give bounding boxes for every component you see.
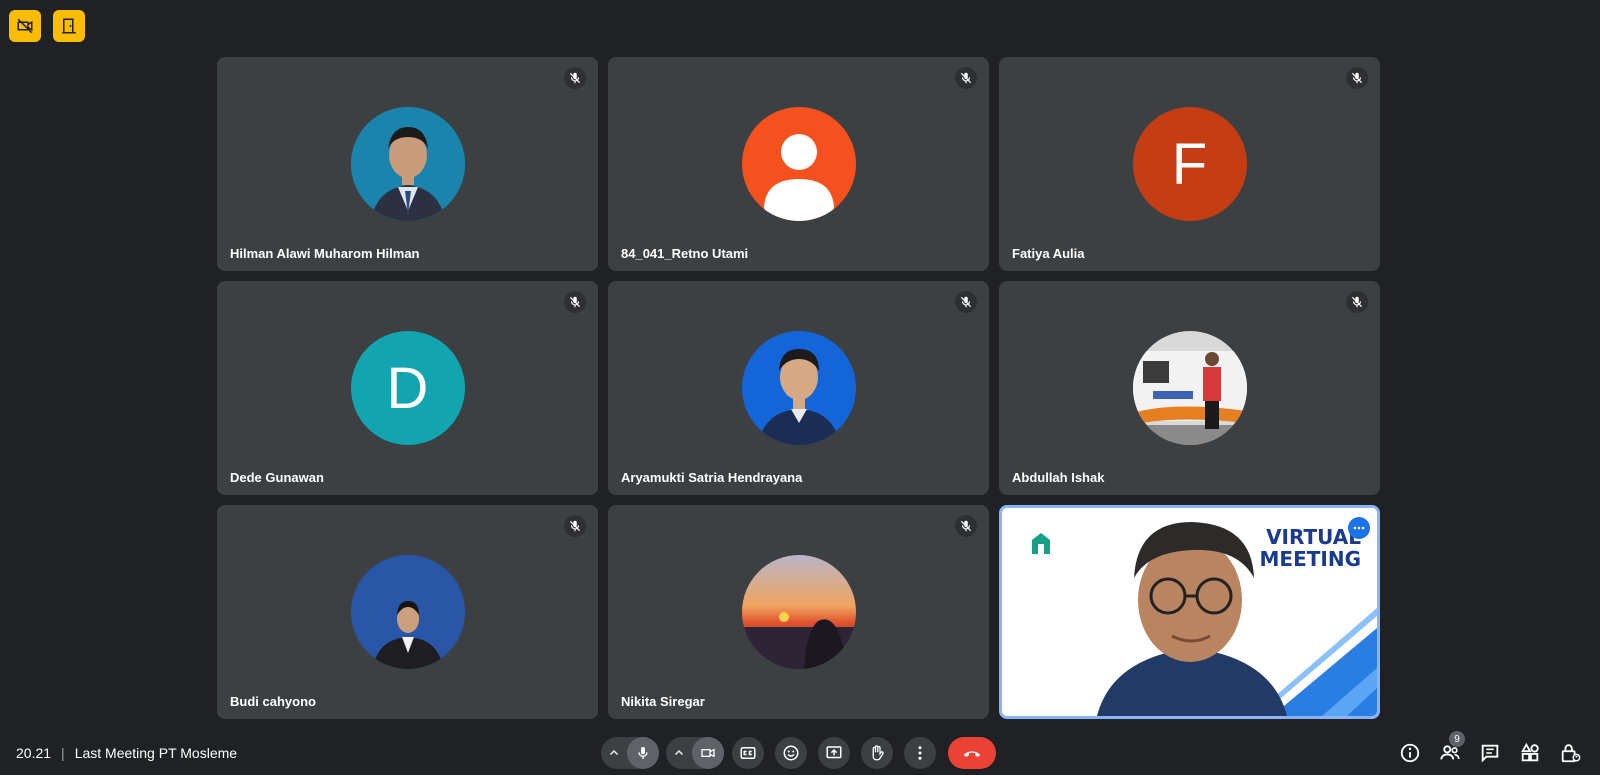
meeting-time: 20.21 <box>16 745 52 761</box>
participant-name: Abdullah Ishak <box>1012 470 1105 485</box>
participant-name: Nikita Siregar <box>621 694 705 709</box>
meeting-info: 20.21 | Last Meeting PT Mosleme <box>16 745 237 761</box>
avatar <box>741 555 856 669</box>
host-controls-badge[interactable] <box>53 10 85 42</box>
raise-hand-button[interactable] <box>861 737 893 769</box>
virtual-meeting-banner: VIRTUAL MEETING <box>1260 526 1361 570</box>
video-off-icon <box>17 18 33 34</box>
participant-tile[interactable]: 84_041_Retno Utami <box>608 57 989 271</box>
captions-button[interactable] <box>732 737 764 769</box>
present-screen-button[interactable] <box>818 737 850 769</box>
participant-name: 84_041_Retno Utami <box>621 246 749 261</box>
camera-control-group <box>666 737 724 769</box>
more-options-button[interactable] <box>1348 517 1370 539</box>
shapes-icon <box>1521 742 1539 762</box>
closed-caption-icon <box>740 747 756 759</box>
self-view-tile[interactable]: VIRTUAL MEETING <box>999 505 1380 719</box>
meeting-details-button[interactable] <box>1398 741 1422 765</box>
banner-line-2: MEETING <box>1259 547 1361 571</box>
people-button[interactable]: 9 <box>1438 731 1465 765</box>
chevron-up-icon <box>609 749 619 756</box>
participant-tile[interactable]: Budi cahyono <box>217 505 598 719</box>
emoji-icon <box>783 745 799 761</box>
mic-off-icon <box>955 515 977 537</box>
audio-options-button[interactable] <box>601 737 627 769</box>
present-icon <box>826 746 842 759</box>
mic-off-icon <box>1346 67 1368 89</box>
avatar <box>350 107 465 221</box>
microphone-button[interactable] <box>627 737 659 769</box>
avatar-letter: D <box>386 355 429 421</box>
bottom-control-bar: 20.21 | Last Meeting PT Mosleme 9 <box>0 728 1600 775</box>
chat-icon <box>1481 744 1499 763</box>
mic-off-icon <box>564 67 586 89</box>
more-vertical-icon <box>918 746 922 760</box>
hand-icon <box>872 745 884 761</box>
activities-button[interactable] <box>1518 741 1542 765</box>
participant-tile[interactable]: Nikita Siregar <box>608 505 989 719</box>
camera-button[interactable] <box>692 737 724 769</box>
participant-count-badge: 9 <box>1449 731 1465 747</box>
avatar <box>741 107 856 221</box>
host-controls-button[interactable] <box>1558 741 1582 765</box>
avatar-letter: F <box>1171 131 1208 197</box>
meeting-separator: | <box>61 745 65 761</box>
participant-name: Dede Gunawan <box>230 470 324 485</box>
door-icon <box>62 18 76 34</box>
mosleme-logo <box>1026 528 1056 558</box>
mic-off-icon <box>564 515 586 537</box>
video-options-button[interactable] <box>666 737 692 769</box>
videocam-icon <box>701 748 715 758</box>
participant-tile[interactable]: Abdullah Ishak <box>999 281 1380 495</box>
more-options-button[interactable] <box>904 737 936 769</box>
banner-line-1: VIRTUAL <box>1266 525 1361 549</box>
mic-off-icon <box>955 291 977 313</box>
mic-off-icon <box>564 291 586 313</box>
participant-tile[interactable]: Hilman Alawi Muharom Hilman <box>217 57 598 271</box>
reactions-button[interactable] <box>775 737 807 769</box>
info-icon <box>1400 743 1420 763</box>
meeting-title: Last Meeting PT Mosleme <box>74 745 238 761</box>
leave-call-button[interactable] <box>948 737 996 769</box>
participant-tile[interactable]: F Fatiya Aulia <box>999 57 1380 271</box>
mic-icon <box>638 747 648 759</box>
person-icon <box>763 134 834 221</box>
lock-person-icon <box>1561 744 1581 763</box>
avatar: F <box>1132 107 1247 221</box>
participant-tile[interactable]: D Dede Gunawan <box>217 281 598 495</box>
chat-button[interactable] <box>1478 741 1502 765</box>
more-horizontal-icon <box>1353 526 1365 530</box>
participant-name: Budi cahyono <box>230 694 316 709</box>
avatar <box>741 331 856 445</box>
chevron-up-icon <box>674 749 684 756</box>
participant-tile[interactable]: Aryamukti Satria Hendrayana <box>608 281 989 495</box>
participant-name: Fatiya Aulia <box>1012 246 1085 261</box>
avatar <box>350 555 465 669</box>
mic-control-group <box>601 737 659 769</box>
participant-name: Aryamukti Satria Hendrayana <box>621 470 803 485</box>
mic-off-icon <box>1346 291 1368 313</box>
avatar: D <box>350 331 465 445</box>
participant-name: Hilman Alawi Muharom Hilman <box>230 246 420 261</box>
participant-grid: Hilman Alawi Muharom Hilman 84_041_Retno… <box>217 57 1380 719</box>
avatar <box>1132 331 1247 445</box>
mic-off-icon <box>955 67 977 89</box>
hidden-tiles-badge[interactable] <box>9 10 41 42</box>
call-end-icon <box>963 751 981 757</box>
